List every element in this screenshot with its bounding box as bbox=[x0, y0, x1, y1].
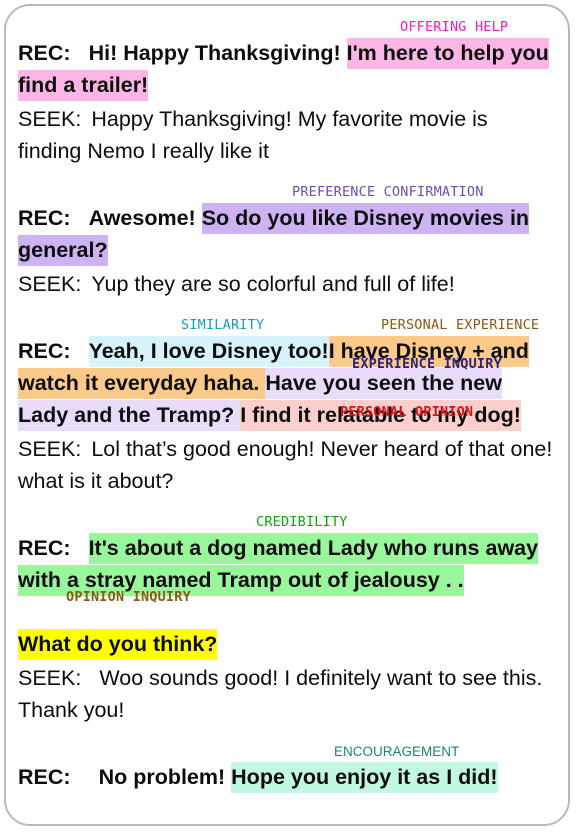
conversation-card: OFFERING HELP REC: Hi! Happy Thanksgiving… bbox=[4, 4, 570, 826]
turn-seek-1: SEEK: Happy Thanksgiving! My favorite mov… bbox=[18, 103, 556, 167]
utterance-rec-4-line: REC: It's about a dog named Lady who runs… bbox=[18, 532, 556, 660]
strategy-label-row: CREDIBILITY bbox=[18, 513, 556, 532]
speaker-label-rec: REC: bbox=[18, 339, 71, 363]
strategy-label-credibility: CREDIBILITY bbox=[256, 514, 348, 530]
utterance-segment-opinion-inquiry: What do you think? bbox=[18, 629, 218, 660]
utterance-seek-2: SEEK: Yup they are so colorful and full o… bbox=[18, 268, 556, 300]
speaker-label-rec: REC: bbox=[18, 765, 71, 789]
turn-rec-3: SIMILARITY PERSONAL EXPERIENCE REC: Yeah,… bbox=[18, 316, 556, 431]
speaker-label-rec: REC: bbox=[18, 206, 71, 230]
strategy-label-similarity: SIMILARITY bbox=[181, 317, 265, 333]
speaker-label-rec: REC: bbox=[18, 41, 71, 65]
utterance-segment-plain: Lol that’s good enough! Never heard of t… bbox=[18, 437, 553, 493]
turn-rec-1: OFFERING HELP REC: Hi! Happy Thanksgiving… bbox=[18, 18, 556, 101]
utterance-seek-4: SEEK: Woo sounds good! I definitely want … bbox=[18, 662, 556, 726]
speaker-label-seek: SEEK: bbox=[18, 437, 82, 461]
utterance-segment-encouragement: Hope you enjoy it as I did! bbox=[231, 762, 498, 793]
conversation-transcript: OFFERING HELP REC: Hi! Happy Thanksgiving… bbox=[6, 6, 568, 795]
strategy-label-row: PREFERENCE CONFIRMATION bbox=[18, 183, 556, 202]
turn-seek-4: SEEK: Woo sounds good! I definitely want … bbox=[18, 662, 556, 726]
utterance-segment-plain: Yup they are so colorful and full of lif… bbox=[91, 272, 455, 296]
turn-rec-4: CREDIBILITY REC: It's about a dog named L… bbox=[18, 513, 556, 660]
speaker-label-rec: REC: bbox=[18, 536, 71, 560]
utterance-rec-1: REC: Hi! Happy Thanksgiving! I'm here to … bbox=[18, 37, 556, 101]
utterance-segment-similarity: Yeah, I love Disney too! bbox=[88, 336, 329, 367]
utterance-seek-3: SEEK: Lol that’s good enough! Never heard… bbox=[18, 433, 556, 497]
turn-seek-2: SEEK: Yup they are so colorful and full o… bbox=[18, 268, 556, 300]
strategy-label-row: OFFERING HELP bbox=[18, 18, 556, 37]
strategy-label-personal-opinion: PERSONAL OPINION bbox=[340, 404, 474, 420]
strategy-label-experience-inquiry: EXPERIENCE INQUIRY bbox=[352, 356, 502, 372]
utterance-segment-plain: Happy Thanksgiving! My favorite movie is… bbox=[18, 107, 488, 163]
strategy-label-opinion-inquiry: OPINION INQUIRY bbox=[66, 589, 191, 605]
utterance-rec-5: REC: No problem! Hope you enjoy it as I d… bbox=[18, 761, 556, 793]
turn-seek-3: SEEK: Lol that’s good enough! Never heard… bbox=[18, 433, 556, 497]
utterance-segment-credibility: It's about a dog named Lady who runs awa… bbox=[18, 533, 539, 596]
strategy-label-offering-help: OFFERING HELP bbox=[400, 19, 509, 35]
strategy-label-preference-confirmation: PREFERENCE CONFIRMATION bbox=[292, 184, 484, 200]
utterance-segment-plain: Awesome! bbox=[88, 206, 202, 230]
strategy-label-row: ENCOURAGEMENT bbox=[18, 742, 556, 761]
speaker-label-seek: SEEK: bbox=[18, 107, 82, 131]
utterance-rec-3-line: REC: Yeah, I love Disney too!I have Disne… bbox=[18, 335, 556, 431]
strategy-label-row: SIMILARITY PERSONAL EXPERIENCE bbox=[18, 316, 556, 335]
utterance-segment-plain: No problem! bbox=[98, 765, 232, 789]
utterance-rec-2: REC: Awesome! So do you like Disney movie… bbox=[18, 202, 556, 266]
strategy-label-personal-experience: PERSONAL EXPERIENCE bbox=[381, 317, 540, 333]
speaker-label-seek: SEEK: bbox=[18, 666, 82, 690]
utterance-segment-plain: Hi! Happy Thanksgiving! bbox=[88, 41, 347, 65]
turn-rec-2: PREFERENCE CONFIRMATION REC: Awesome! So … bbox=[18, 183, 556, 266]
utterance-seek-1: SEEK: Happy Thanksgiving! My favorite mov… bbox=[18, 103, 556, 167]
strategy-label-encouragement: ENCOURAGEMENT bbox=[334, 744, 460, 759]
turn-rec-5: ENCOURAGEMENT REC: No problem! Hope you e… bbox=[18, 742, 556, 793]
speaker-label-seek: SEEK: bbox=[18, 272, 82, 296]
utterance-segment-plain: Woo sounds good! I definitely want to se… bbox=[18, 666, 543, 722]
